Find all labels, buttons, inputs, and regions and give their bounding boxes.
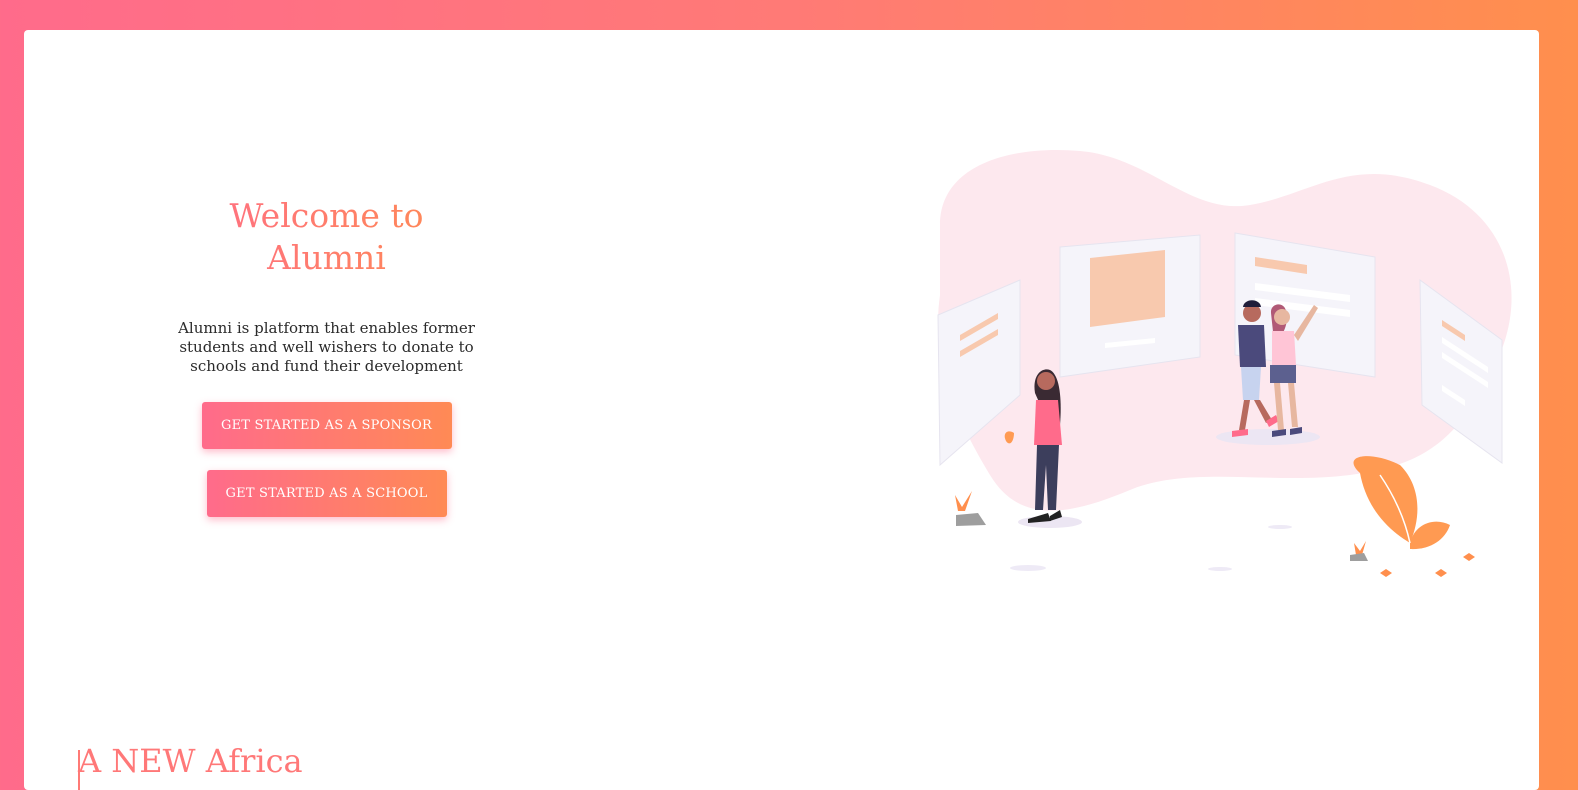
people-viewing-panels-illustration xyxy=(937,149,1512,577)
center-left-panel-image xyxy=(1090,250,1165,327)
rock-right xyxy=(1350,553,1368,561)
large-plant-decoration xyxy=(1353,456,1450,550)
rock-left xyxy=(956,513,986,526)
get-started-sponsor-button[interactable]: GET STARTED AS A SPONSOR xyxy=(201,402,452,449)
main-card: Welcome to Alumni Alumni is platform tha… xyxy=(24,30,1539,790)
get-started-school-button[interactable]: GET STARTED AS A SCHOOL xyxy=(206,470,447,517)
hero-title: Welcome to Alumni xyxy=(154,195,499,279)
hero-description: Alumni is platform that enables former s… xyxy=(178,319,475,375)
small-plant-right xyxy=(1354,541,1366,555)
section-title: A NEW Africa xyxy=(78,742,303,780)
small-plant-left xyxy=(955,491,972,511)
hero-title-line1: Welcome to xyxy=(229,196,424,235)
hero-text-block: Welcome to Alumni Alumni is platform tha… xyxy=(154,195,499,517)
hero-title-line2: Alumni xyxy=(267,238,386,277)
